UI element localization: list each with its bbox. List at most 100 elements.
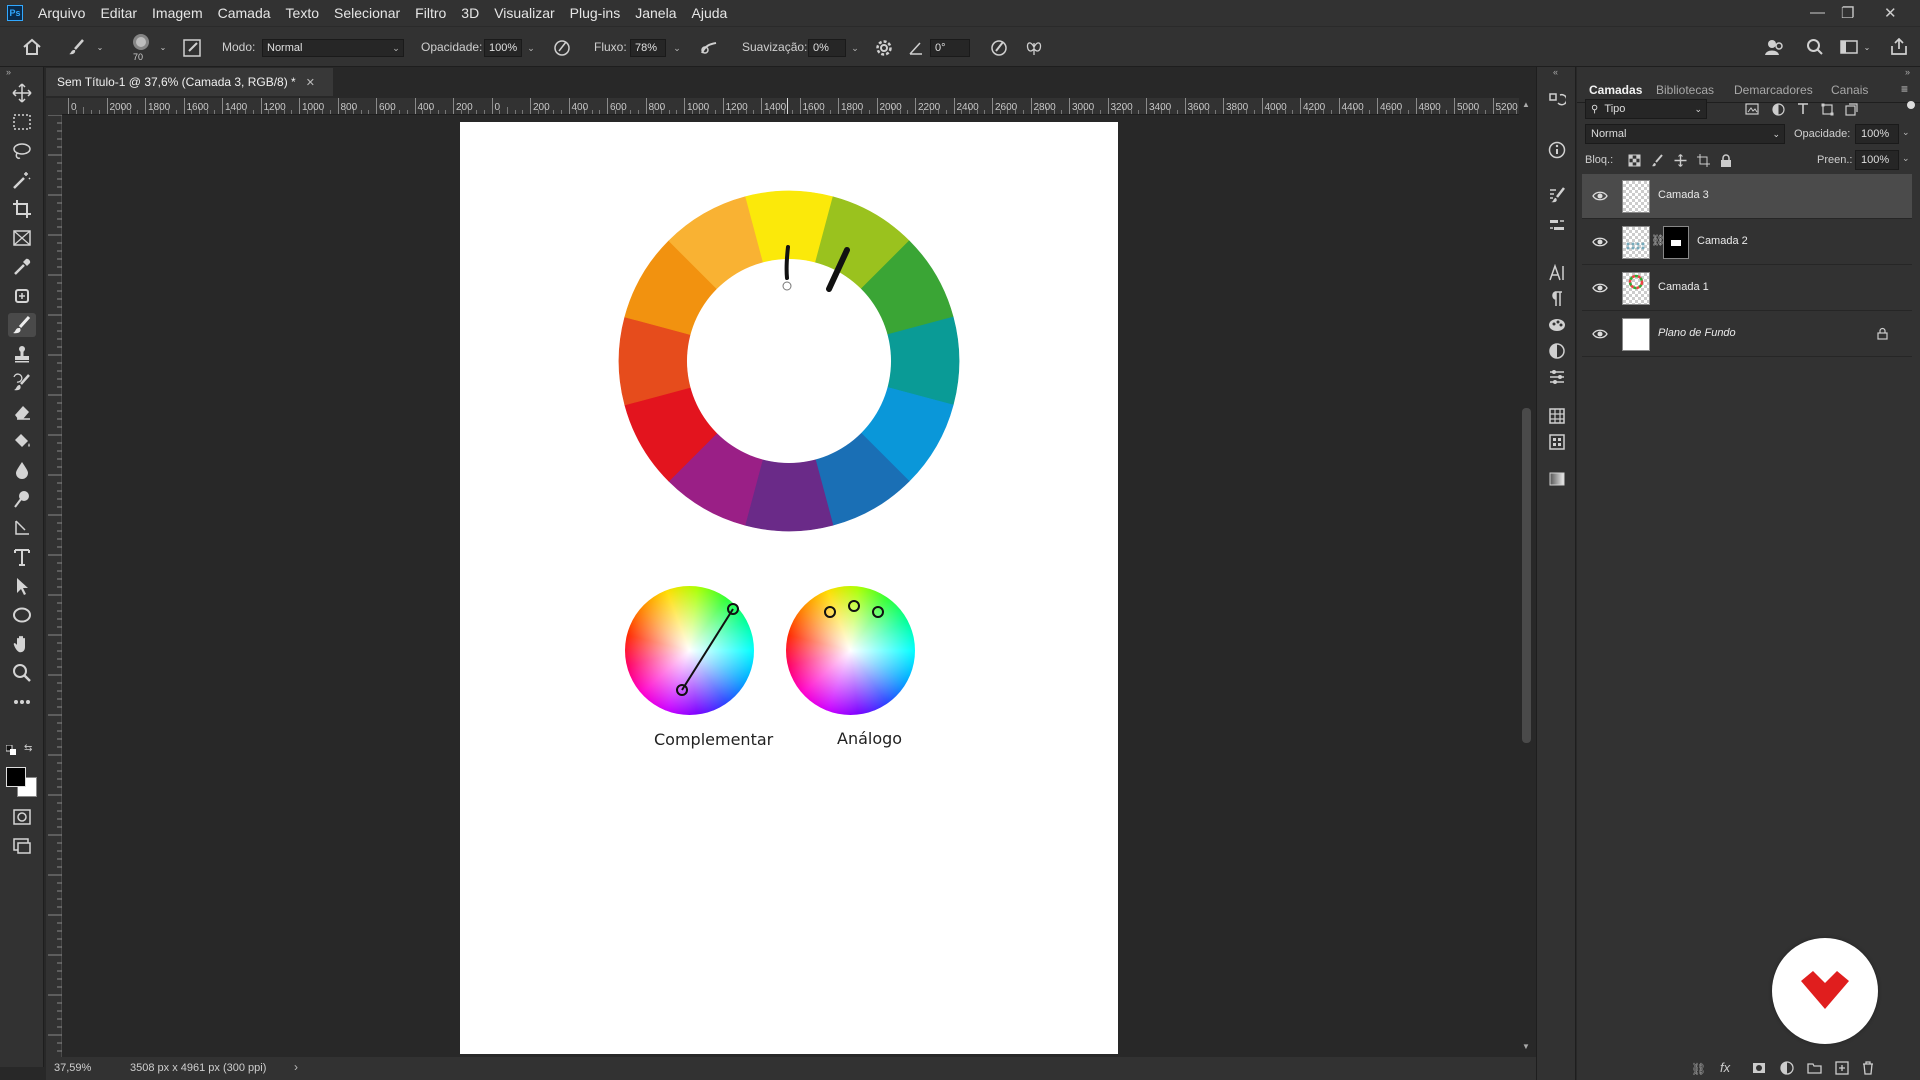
- tab-bibliotecas[interactable]: Bibliotecas: [1656, 83, 1714, 97]
- table-grid-icon[interactable]: [1544, 404, 1570, 428]
- scroll-up-icon[interactable]: ▲: [1522, 100, 1530, 109]
- collapse-chevron-icon[interactable]: »: [1905, 67, 1910, 77]
- marquee-tool-icon[interactable]: [8, 110, 36, 134]
- restore-icon[interactable]: ❐: [1841, 4, 1854, 22]
- lock-artboard-icon[interactable]: [1695, 152, 1711, 168]
- collapse-chevron-icon[interactable]: «: [1553, 67, 1558, 77]
- gear-icon[interactable]: [873, 37, 895, 59]
- history-brush-tool-icon[interactable]: [8, 371, 36, 395]
- angle-field[interactable]: 0°: [930, 39, 970, 57]
- scroll-down-icon[interactable]: ▼: [1522, 1042, 1530, 1051]
- crop-tool-icon[interactable]: [8, 197, 36, 221]
- ellipse-tool-icon[interactable]: [8, 603, 36, 627]
- delete-layer-icon[interactable]: [1862, 1061, 1874, 1075]
- close-tab-icon[interactable]: ✕: [306, 76, 315, 89]
- chevron-down-icon[interactable]: ⌄: [95, 41, 105, 53]
- workspace-icon[interactable]: [1838, 36, 1860, 58]
- menu-visualizar[interactable]: Visualizar: [494, 5, 554, 21]
- airbrush-icon[interactable]: [697, 37, 721, 59]
- screen-mode-icon[interactable]: [8, 834, 36, 858]
- new-layer-icon[interactable]: [1835, 1061, 1849, 1075]
- menu-texto[interactable]: Texto: [286, 5, 319, 21]
- canvas-area[interactable]: Complementar Análogo: [62, 116, 1519, 1057]
- layer-row[interactable]: ⛓ Camada 2: [1582, 220, 1912, 265]
- status-menu-chevron-icon[interactable]: ›: [294, 1060, 298, 1074]
- layer-row[interactable]: Camada 3: [1582, 174, 1912, 219]
- menu-arquivo[interactable]: Arquivo: [38, 5, 85, 21]
- lock-pixels-icon[interactable]: [1649, 152, 1665, 168]
- adjustments-panel-icon[interactable]: [1544, 339, 1570, 363]
- mode-select[interactable]: Normal: [262, 39, 404, 57]
- filter-shape-icon[interactable]: [1819, 101, 1835, 117]
- magic-wand-tool-icon[interactable]: [8, 168, 36, 192]
- zoom-tool-icon[interactable]: [8, 661, 36, 685]
- search-icon[interactable]: [1804, 36, 1826, 58]
- dodge-tool-icon[interactable]: [8, 487, 36, 511]
- lasso-tool-icon[interactable]: [8, 139, 36, 163]
- eyedropper-tool-icon[interactable]: [8, 255, 36, 279]
- chevron-down-icon[interactable]: ⌄: [1862, 41, 1872, 53]
- eye-icon[interactable]: [1592, 188, 1608, 204]
- swap-colors-icon[interactable]: ⇆: [24, 743, 36, 755]
- stamp-tool-icon[interactable]: [8, 342, 36, 366]
- type-tool-icon[interactable]: [8, 545, 36, 569]
- menu-3d[interactable]: 3D: [461, 5, 479, 21]
- chevron-down-icon[interactable]: ⌄: [1902, 153, 1910, 164]
- blend-mode-select[interactable]: Normal ⌄: [1585, 124, 1785, 144]
- lock-position-icon[interactable]: [1672, 152, 1688, 168]
- chevron-down-icon[interactable]: ⌄: [670, 39, 684, 57]
- menu-ajuda[interactable]: Ajuda: [692, 5, 728, 21]
- layer-row[interactable]: Plano de Fundo: [1582, 312, 1912, 357]
- lock-all-icon[interactable]: [1718, 152, 1734, 168]
- frame-tool-icon[interactable]: [8, 226, 36, 250]
- document-canvas[interactable]: Complementar Análogo: [460, 122, 1118, 1054]
- brush-panel-icon[interactable]: [181, 37, 203, 59]
- share-user-icon[interactable]: [1762, 36, 1786, 58]
- tab-demarcadores[interactable]: Demarcadores: [1734, 83, 1813, 97]
- close-window-icon[interactable]: ✕: [1884, 4, 1897, 22]
- home-icon[interactable]: [20, 35, 44, 59]
- pressure-size-icon[interactable]: [988, 37, 1010, 59]
- brush-settings-icon[interactable]: [1544, 183, 1570, 207]
- menu-imagem[interactable]: Imagem: [152, 5, 203, 21]
- move-tool-icon[interactable]: [8, 81, 36, 105]
- chevron-down-icon[interactable]: ⌄: [158, 41, 168, 53]
- lock-transparent-icon[interactable]: [1626, 152, 1642, 168]
- patterns-grid-icon[interactable]: [1544, 430, 1570, 454]
- eye-icon[interactable]: [1592, 234, 1608, 250]
- zoom-level[interactable]: 37,59%: [54, 1062, 91, 1074]
- filter-adjustment-icon[interactable]: [1770, 101, 1786, 117]
- fill-field[interactable]: 100%: [1855, 150, 1899, 170]
- eye-icon[interactable]: [1592, 326, 1608, 342]
- chevron-down-icon[interactable]: ⌄: [848, 39, 862, 57]
- pressure-opacity-icon[interactable]: [551, 37, 573, 59]
- blur-tool-icon[interactable]: [8, 458, 36, 482]
- chevron-down-icon[interactable]: ⌄: [1902, 127, 1910, 138]
- document-tab[interactable]: Sem Título-1 @ 37,6% (Camada 3, RGB/8) *…: [46, 68, 333, 96]
- eraser-tool-icon[interactable]: [8, 400, 36, 424]
- collapse-chevron-icon[interactable]: »: [6, 67, 11, 77]
- panel-menu-icon[interactable]: ≡: [1901, 82, 1908, 96]
- layer-mask-thumbnail[interactable]: [1663, 226, 1689, 259]
- history-panel-icon[interactable]: [1544, 89, 1570, 113]
- vertical-scroll-thumb[interactable]: [1522, 408, 1531, 743]
- menu-janela[interactable]: Janela: [635, 5, 676, 21]
- export-share-icon[interactable]: [1888, 36, 1910, 58]
- tab-camadas[interactable]: Camadas: [1589, 83, 1642, 97]
- eye-icon[interactable]: [1592, 280, 1608, 296]
- layer-opacity-field[interactable]: 100%: [1855, 124, 1899, 144]
- quick-mask-icon[interactable]: [8, 805, 36, 829]
- new-adjustment-icon[interactable]: [1780, 1061, 1794, 1075]
- add-mask-icon[interactable]: [1752, 1062, 1766, 1074]
- path-selection-tool-icon[interactable]: [8, 574, 36, 598]
- default-colors-icon[interactable]: [5, 744, 16, 755]
- brush-tool-icon[interactable]: [8, 313, 36, 337]
- properties-panel-icon[interactable]: [1544, 365, 1570, 389]
- character-panel-icon[interactable]: [1544, 261, 1570, 285]
- pen-tool-icon[interactable]: [8, 516, 36, 540]
- brush-size-icon[interactable]: [128, 31, 154, 53]
- fx-icon[interactable]: fx: [1720, 1060, 1730, 1075]
- info-icon[interactable]: [1544, 138, 1570, 162]
- menu-camada[interactable]: Camada: [218, 5, 271, 21]
- filter-smart-object-icon[interactable]: [1843, 101, 1859, 117]
